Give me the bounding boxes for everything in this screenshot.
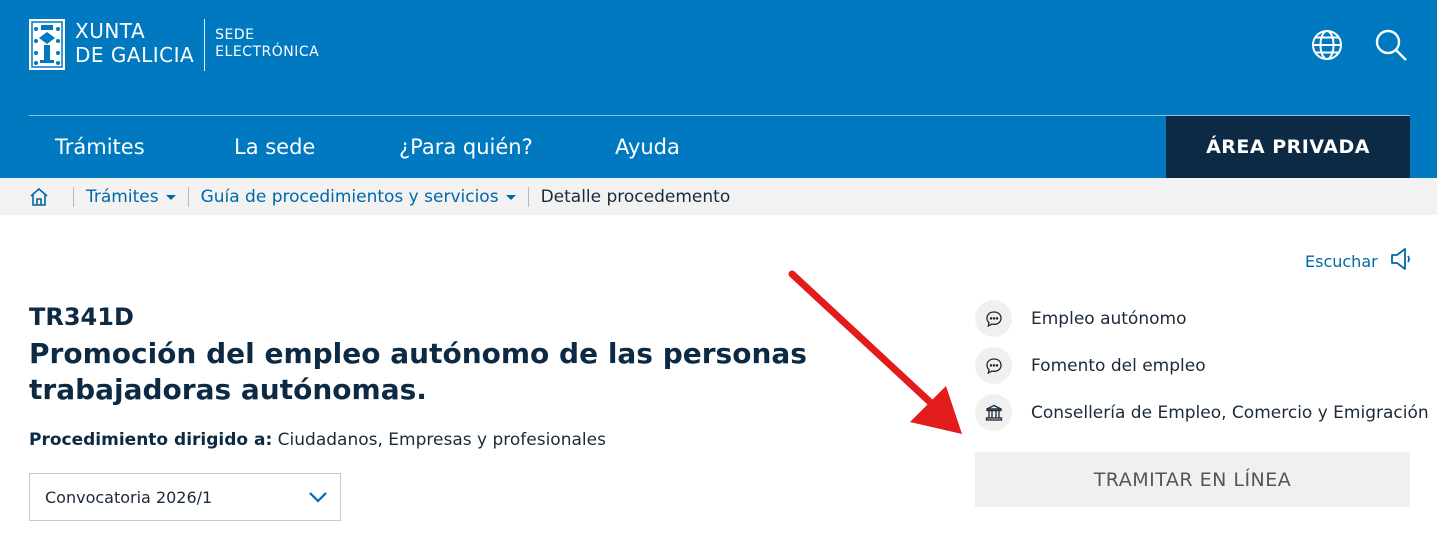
chat-bubble-icon [975, 347, 1012, 384]
xunta-logo[interactable]: XUNTA DE GALICIA SEDE ELECTRÓNICA [29, 19, 319, 71]
audience-label: Procedimiento dirigido a: [29, 430, 273, 450]
caret-down-icon [505, 195, 516, 200]
logo-sub-line1: SEDE [215, 27, 255, 43]
chat-bubble-icon [975, 300, 1012, 337]
caret-down-icon [165, 195, 176, 200]
logo-sub-line2: ELECTRÓNICA [215, 44, 320, 60]
topic-empleo-autonomo[interactable]: Empleo autónomo [975, 300, 1186, 337]
logo-line2: DE GALICIA [75, 43, 195, 67]
nav-item-para-quien[interactable]: ¿Para quién? [399, 134, 533, 160]
nav-item-ayuda[interactable]: Ayuda [615, 134, 680, 160]
breadcrumb-item-guia[interactable]: Guía de procedimientos y servicios [201, 187, 516, 207]
listen-label: Escuchar [1305, 251, 1378, 271]
topic-label: Consellería de Empleo, Comercio y Emigra… [1031, 402, 1429, 423]
site-header: XUNTA DE GALICIA SEDE ELECTRÓNICA Trámit… [0, 0, 1437, 178]
page-title: Promoción del empleo autónomo de las per… [29, 337, 807, 406]
logo-line1: XUNTA [75, 19, 146, 43]
topic-conselleria[interactable]: Consellería de Empleo, Comercio y Emigra… [975, 394, 1429, 431]
tramitar-en-linea-button[interactable]: TRAMITAR EN LÍNEA [975, 452, 1410, 507]
breadcrumb-separator [527, 186, 529, 207]
logo-divider [204, 19, 206, 71]
institution-building-icon [975, 394, 1012, 431]
logo-subtitle: SEDE ELECTRÓNICA [215, 19, 319, 61]
procedure-code: TR341D [29, 303, 134, 331]
breadcrumb: Trámites Guía de procedimientos y servic… [0, 178, 1437, 215]
listen-button[interactable]: Escuchar [1305, 247, 1412, 275]
topic-fomento-empleo[interactable]: Fomento del empleo [975, 347, 1206, 384]
topic-label: Empleo autónomo [1031, 308, 1187, 329]
nav-item-tramites[interactable]: Trámites [55, 134, 145, 160]
breadcrumb-label: Trámites [86, 186, 159, 207]
breadcrumb-current: Detalle procedemento [540, 186, 731, 207]
logo-name: XUNTA DE GALICIA [75, 19, 194, 67]
speaker-icon [1378, 247, 1412, 275]
breadcrumb-separator [73, 186, 74, 207]
globe-icon[interactable] [1310, 28, 1344, 62]
audience-value: Ciudadanos, Empresas y profesionales [277, 430, 606, 450]
breadcrumb-item-tramites[interactable]: Trámites [86, 187, 176, 207]
topic-label: Fomento del empleo [1031, 355, 1206, 376]
home-icon[interactable] [29, 187, 49, 207]
red-arrow-annotation [788, 270, 962, 434]
convocatoria-select[interactable]: Convocatoria 2026/1 [29, 473, 341, 521]
search-icon[interactable] [1374, 28, 1408, 62]
breadcrumb-label: Guía de procedimientos y servicios [200, 186, 499, 207]
galicia-coat-of-arms-icon [29, 19, 65, 70]
convocatoria-selected: Convocatoria 2026/1 [45, 487, 213, 507]
breadcrumb-separator [187, 186, 189, 207]
nav-item-la-sede[interactable]: La sede [234, 134, 315, 160]
procedure-audience: Procedimiento dirigido a: Ciudadanos, Em… [29, 430, 606, 450]
chevron-down-icon [309, 492, 327, 503]
private-area-button[interactable]: ÁREA PRIVADA [1166, 116, 1410, 178]
